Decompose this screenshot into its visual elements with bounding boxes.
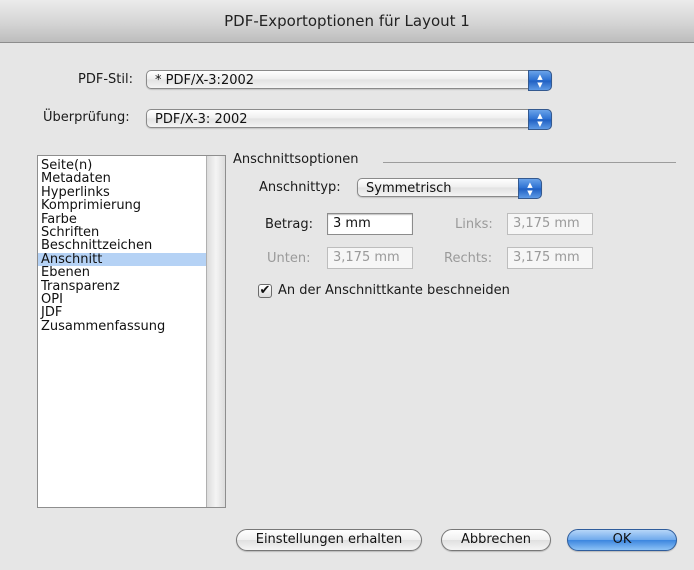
sidebar-item-zusammenfassung[interactable]: Zusammenfassung <box>38 319 225 333</box>
sidebar-item-schriften[interactable]: Schriften <box>38 226 225 240</box>
anschnitttyp-popup[interactable]: Symmetrisch ▲ ▼ <box>357 178 542 199</box>
group-title: Anschnittsoptionen <box>233 152 359 167</box>
beschneiden-label[interactable]: An der Anschnittkante beschneiden <box>278 283 510 298</box>
sidebar-item-farbe[interactable]: Farbe <box>38 212 225 226</box>
einstellungen-erhalten-button[interactable]: Einstellungen erhalten <box>236 529 422 551</box>
popup-arrows-icon: ▲ ▼ <box>528 70 552 91</box>
abbrechen-button[interactable]: Abbrechen <box>441 529 551 551</box>
sidebar-item-ebenen[interactable]: Ebenen <box>38 266 225 280</box>
popup-arrows-icon: ▲ ▼ <box>528 109 552 130</box>
pdf-stil-popup[interactable]: * PDF/X-3:2002 ▲ ▼ <box>146 70 552 91</box>
sidebar-item-metadaten[interactable]: Metadaten <box>38 172 225 186</box>
betrag-field[interactable]: 3 mm <box>327 213 413 235</box>
betrag-label: Betrag: <box>265 217 313 232</box>
ueberpruefung-label: Überprüfung: <box>43 110 130 125</box>
pdf-export-dialog: PDF-Exportoptionen für Layout 1 PDF-Stil… <box>0 0 694 570</box>
sidebar-item-beschnittzeichen[interactable]: Beschnittzeichen <box>38 239 225 253</box>
window-title: PDF-Exportoptionen für Layout 1 <box>224 12 470 30</box>
links-field[interactable]: 3,175 mm <box>507 213 593 235</box>
unten-field[interactable]: 3,175 mm <box>327 247 413 269</box>
pdf-stil-label: PDF-Stil: <box>78 72 133 87</box>
sidebar-item-anschnitt[interactable]: Anschnitt <box>38 252 225 266</box>
window-titlebar[interactable]: PDF-Exportoptionen für Layout 1 <box>0 0 694 43</box>
sidebar-item-hyperlinks[interactable]: Hyperlinks <box>38 185 225 199</box>
rechts-field[interactable]: 3,175 mm <box>507 247 593 269</box>
beschneiden-checkbox[interactable]: ✔ <box>258 284 272 298</box>
sidebar-item-transparenz[interactable]: Transparenz <box>38 279 225 293</box>
ok-button[interactable]: OK <box>567 529 677 551</box>
pdf-stil-value: * PDF/X-3:2002 <box>155 73 255 88</box>
sidebar-item-komprimierung[interactable]: Komprimierung <box>38 199 225 213</box>
group-divider <box>383 162 676 163</box>
popup-arrows-icon: ▲ ▼ <box>518 178 542 199</box>
anschnitttyp-value: Symmetrisch <box>366 181 452 196</box>
ueberpruefung-popup[interactable]: PDF/X-3: 2002 ▲ ▼ <box>146 109 552 130</box>
category-list[interactable]: Seite(n) Metadaten Hyperlinks Komprimierung… <box>37 155 226 508</box>
links-label: Links: <box>455 217 493 232</box>
list-scrollbar[interactable] <box>206 156 225 507</box>
sidebar-item-seite-n[interactable]: Seite(n) <box>38 159 225 173</box>
rechts-label: Rechts: <box>444 251 493 266</box>
checkmark-icon: ✔ <box>259 283 271 298</box>
anschnitttyp-label: Anschnittyp: <box>259 180 341 195</box>
sidebar-item-opi[interactable]: OPI <box>38 293 225 307</box>
ueberpruefung-value: PDF/X-3: 2002 <box>155 112 248 127</box>
unten-label: Unten: <box>267 251 311 266</box>
sidebar-item-jdf[interactable]: JDF <box>38 306 225 320</box>
